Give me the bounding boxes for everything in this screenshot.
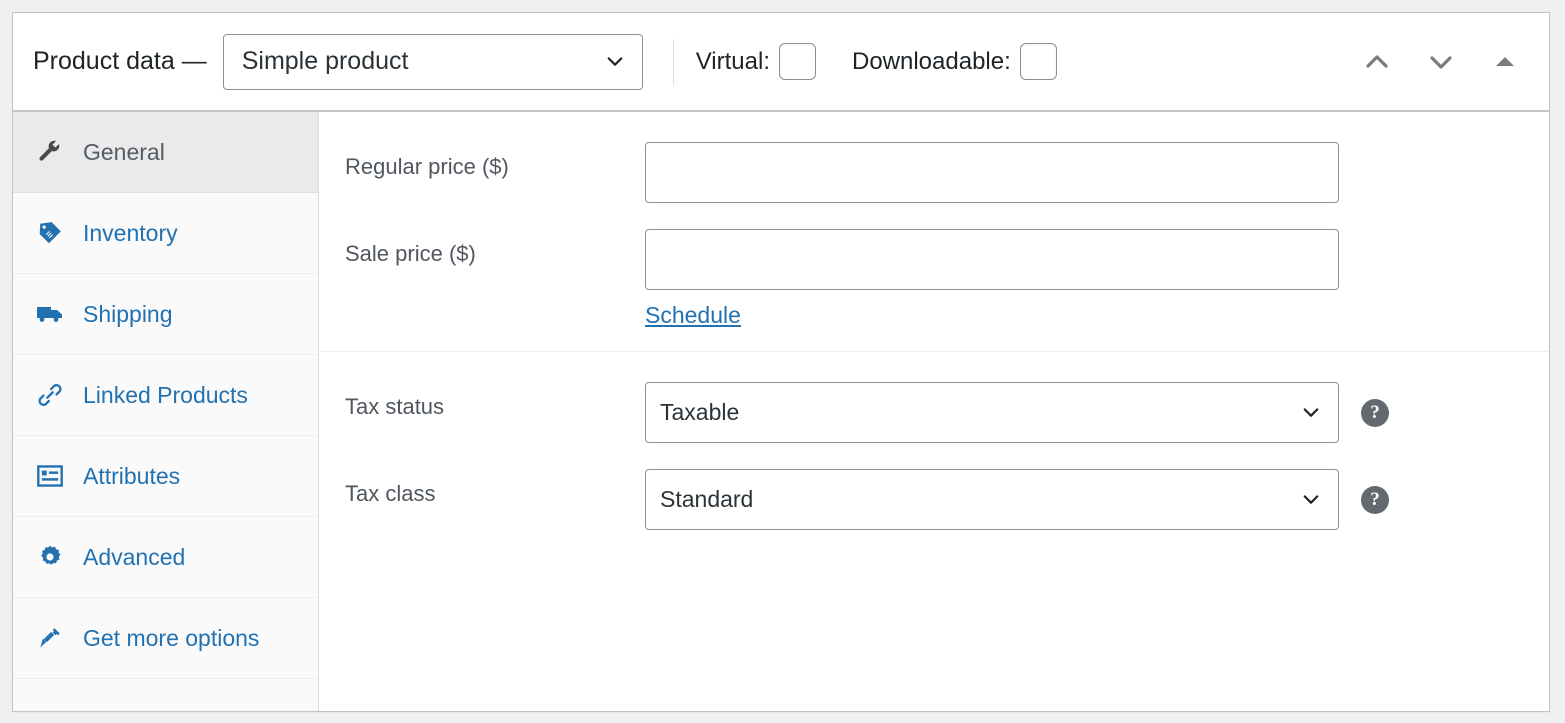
tax-class-value: Standard xyxy=(660,486,753,513)
tabs-filler xyxy=(13,679,318,712)
regular-price-input[interactable] xyxy=(645,142,1339,203)
tab-attributes-label: Attributes xyxy=(83,463,180,490)
list-view-icon xyxy=(32,461,68,491)
plugin-icon xyxy=(32,623,68,653)
tax-status-label: Tax status xyxy=(345,382,645,420)
tab-linked-products[interactable]: Linked Products xyxy=(13,355,318,436)
tab-linked-products-label: Linked Products xyxy=(83,382,248,409)
tab-advanced[interactable]: Advanced xyxy=(13,517,318,598)
triangle-up-icon[interactable] xyxy=(1473,37,1537,87)
tab-get-more-options-label: Get more options xyxy=(83,625,259,652)
page-title: Product data — xyxy=(33,47,207,76)
tag-icon xyxy=(32,218,68,248)
panel-order-actions xyxy=(1345,37,1537,87)
downloadable-checkbox-group[interactable]: Downloadable: xyxy=(852,43,1057,80)
tab-advanced-label: Advanced xyxy=(83,544,185,571)
tab-general-label: General xyxy=(83,139,165,166)
sale-price-label: Sale price ($) xyxy=(345,229,645,267)
tax-section: Tax status Taxable ? Tax class xyxy=(319,351,1549,552)
chevron-up-icon[interactable] xyxy=(1345,37,1409,87)
tax-class-row: Tax class Standard ? xyxy=(319,469,1549,530)
tab-inventory-label: Inventory xyxy=(83,220,178,247)
tab-shipping-label: Shipping xyxy=(83,301,173,328)
panel-header: Product data — Simple product Virtual: D… xyxy=(13,13,1549,112)
gear-icon xyxy=(32,542,68,572)
tab-get-more-options[interactable]: Get more options xyxy=(13,598,318,679)
virtual-label: Virtual: xyxy=(696,48,770,76)
tab-inventory[interactable]: Inventory xyxy=(13,193,318,274)
chevron-down-icon xyxy=(1302,404,1320,422)
tab-shipping[interactable]: Shipping xyxy=(13,274,318,355)
downloadable-label: Downloadable: xyxy=(852,48,1011,76)
tax-class-select[interactable]: Standard xyxy=(645,469,1339,530)
tax-class-help-icon[interactable]: ? xyxy=(1361,486,1389,514)
product-data-panel: Product data — Simple product Virtual: D… xyxy=(12,12,1550,712)
chevron-down-icon xyxy=(606,53,624,71)
virtual-checkbox-group[interactable]: Virtual: xyxy=(696,43,816,80)
downloadable-checkbox[interactable] xyxy=(1020,43,1057,80)
product-data-tabs: General Inventory Shipping Linked Produc… xyxy=(13,112,319,711)
tax-class-label: Tax class xyxy=(345,469,645,507)
schedule-sale-link[interactable]: Schedule xyxy=(645,302,741,329)
chevron-down-icon xyxy=(1302,491,1320,509)
tax-status-help-icon[interactable]: ? xyxy=(1361,399,1389,427)
link-icon xyxy=(32,380,68,410)
chevron-down-icon[interactable] xyxy=(1409,37,1473,87)
product-type-select[interactable]: Simple product xyxy=(223,34,643,90)
virtual-checkbox[interactable] xyxy=(779,43,816,80)
tax-status-row: Tax status Taxable ? xyxy=(319,382,1549,443)
header-divider xyxy=(673,39,674,85)
tax-status-value: Taxable xyxy=(660,399,739,426)
general-tab-panel: Regular price ($) Sale price ($) Schedul… xyxy=(319,112,1549,711)
wrench-icon xyxy=(32,137,68,167)
truck-icon xyxy=(32,299,68,329)
panel-body: General Inventory Shipping Linked Produc… xyxy=(13,112,1549,711)
sale-price-input[interactable] xyxy=(645,229,1339,290)
pricing-section: Regular price ($) Sale price ($) Schedul… xyxy=(319,112,1549,351)
regular-price-row: Regular price ($) xyxy=(319,142,1549,203)
tab-general[interactable]: General xyxy=(13,112,318,193)
product-type-value: Simple product xyxy=(242,47,409,76)
tab-attributes[interactable]: Attributes xyxy=(13,436,318,517)
sale-price-row: Sale price ($) Schedule xyxy=(319,229,1549,329)
tax-status-select[interactable]: Taxable xyxy=(645,382,1339,443)
regular-price-label: Regular price ($) xyxy=(345,142,645,180)
